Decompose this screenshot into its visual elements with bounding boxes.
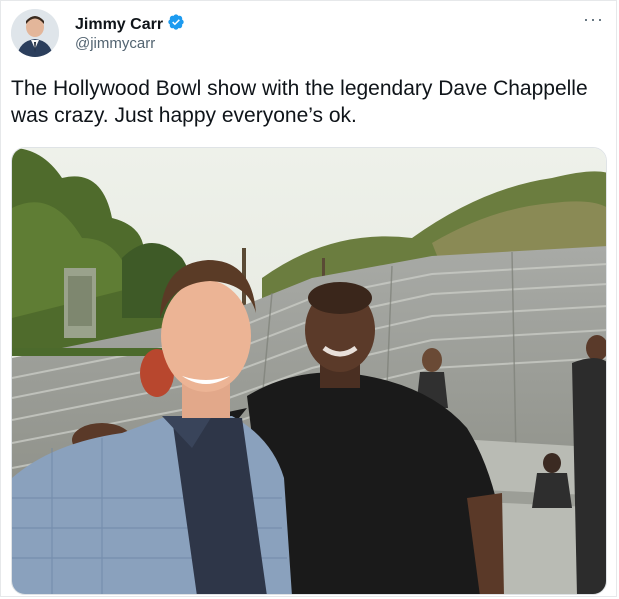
more-options-icon[interactable]: ···	[583, 9, 604, 30]
tweet-text: The Hollywood Bowl show with the legenda…	[11, 77, 588, 127]
author-avatar[interactable]	[11, 9, 59, 57]
verified-badge-icon	[167, 13, 185, 36]
tweet-photo[interactable]	[11, 147, 607, 595]
author-name[interactable]: Jimmy Carr	[75, 16, 163, 34]
tweet-card: Jimmy Carr @jimmycarr ··· The Hollywood …	[0, 0, 617, 597]
author-name-row: Jimmy Carr	[75, 13, 185, 36]
author-handle[interactable]: @jimmycarr	[75, 35, 155, 52]
photo-image	[12, 148, 606, 594]
avatar-image	[11, 9, 59, 57]
